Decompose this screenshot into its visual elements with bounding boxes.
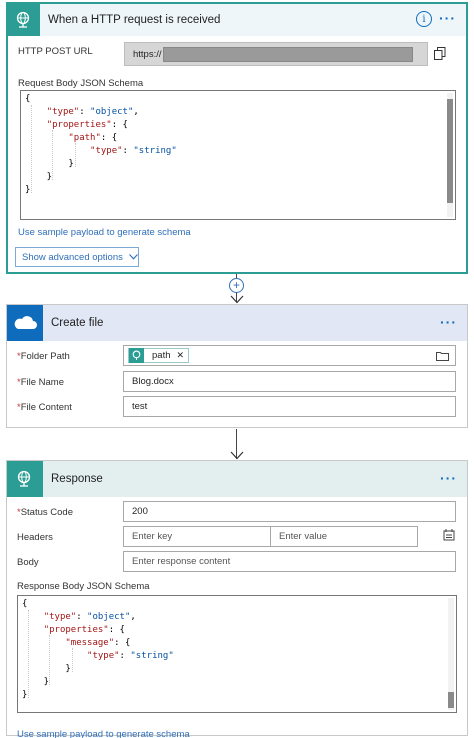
header-value-placeholder: Enter value — [279, 531, 328, 542]
globe-icon — [16, 11, 30, 28]
request-schema-editor[interactable]: { "type": "object", "properties": { "pat… — [20, 90, 456, 220]
code-line: } — [22, 677, 50, 687]
headers-label: Headers — [17, 532, 53, 543]
code-line: "type": "string" — [90, 146, 177, 156]
create-file-header[interactable]: Create file ··· — [7, 305, 467, 341]
chevron-down-icon — [128, 254, 138, 260]
body-placeholder: Enter response content — [132, 556, 231, 567]
sample-payload-link[interactable]: Use sample payload to generate schema — [17, 729, 190, 738]
url-field[interactable]: https:// — [124, 42, 428, 66]
response-title: Response — [51, 473, 103, 485]
trigger-title: When a HTTP request is received — [48, 14, 221, 26]
code-line: } — [22, 664, 71, 674]
advanced-label: Show advanced options — [22, 251, 123, 263]
code-line: "type": "string" — [87, 651, 174, 661]
response-header[interactable]: Response ··· — [7, 461, 467, 497]
create-file-title: Create file — [51, 317, 104, 329]
trigger-icon-tile — [8, 4, 40, 36]
code-line: "properties": { — [46, 120, 128, 130]
file-content-input[interactable]: test — [123, 396, 456, 417]
request-schema-label: Request Body JSON Schema — [18, 78, 144, 89]
file-name-label: *File Name — [17, 377, 64, 388]
onedrive-icon-tile — [7, 305, 43, 341]
sample-payload-link[interactable]: Use sample payload to generate schema — [18, 227, 191, 238]
folder-path-input[interactable]: path ✕ — [123, 345, 456, 366]
token-label: path — [152, 350, 171, 361]
remove-token-icon[interactable]: ✕ — [177, 350, 185, 361]
body-label: Body — [17, 557, 39, 568]
response-schema-editor[interactable]: { "type": "object", "properties": { "mes… — [17, 595, 457, 713]
status-code-value: 200 — [132, 506, 148, 517]
header-key-placeholder: Enter key — [132, 531, 173, 542]
code-line: "message": { — [65, 638, 131, 648]
editor-scrollbar[interactable] — [447, 93, 453, 217]
scrollbar-thumb[interactable] — [447, 99, 453, 203]
info-icon[interactable]: i — [416, 11, 432, 27]
code-line: "type": "object", — [43, 612, 136, 622]
url-value: https:// — [133, 48, 162, 60]
code-line: } — [25, 185, 31, 195]
status-code-input[interactable]: 200 — [123, 501, 456, 522]
code-line: "properties": { — [43, 625, 125, 635]
file-name-value: Blog.docx — [132, 376, 174, 387]
switch-mode-icon[interactable] — [443, 529, 455, 541]
url-label: HTTP POST URL — [18, 46, 93, 57]
url-redacted — [162, 46, 413, 62]
body-input[interactable]: Enter response content — [123, 551, 456, 572]
code-line: "type": "object", — [46, 107, 139, 117]
copy-icon[interactable] — [434, 47, 446, 60]
trigger-card: When a HTTP request is received i ··· HT… — [6, 2, 468, 274]
code-line: { — [25, 94, 31, 104]
onedrive-cloud-icon — [14, 316, 38, 329]
connector-2 — [229, 429, 245, 461]
editor-scrollbar[interactable] — [448, 598, 454, 710]
code-line: } — [22, 690, 28, 700]
code-line: { — [22, 599, 28, 609]
connector-1: + — [229, 274, 245, 304]
create-file-more-button[interactable]: ··· — [440, 315, 457, 329]
arrow-down-icon — [230, 451, 244, 460]
response-schema-label: Response Body JSON Schema — [17, 581, 150, 592]
header-value-input[interactable]: Enter value — [270, 526, 418, 547]
code-line: "path": { — [68, 133, 118, 143]
arrow-down-icon — [230, 295, 244, 304]
trigger-header[interactable]: When a HTTP request is received i ··· — [8, 4, 466, 36]
trigger-more-button[interactable]: ··· — [439, 11, 456, 25]
header-key-input[interactable]: Enter key — [123, 526, 271, 547]
token-globe-icon — [129, 348, 144, 363]
response-card: Response ··· *Status Code 200 Headers En… — [6, 460, 468, 738]
path-token[interactable]: path ✕ — [128, 348, 190, 363]
add-step-icon[interactable]: + — [229, 278, 244, 293]
file-content-label: *File Content — [17, 402, 72, 413]
file-name-input[interactable]: Blog.docx — [123, 371, 456, 392]
globe-icon — [17, 470, 31, 487]
code-line: } — [25, 159, 74, 169]
file-content-value: test — [132, 401, 148, 412]
scrollbar-thumb[interactable] — [448, 692, 454, 708]
folder-icon[interactable] — [436, 351, 449, 361]
response-more-button[interactable]: ··· — [440, 471, 457, 485]
globe-icon — [132, 350, 141, 360]
status-code-label: *Status Code — [17, 507, 73, 518]
show-advanced-options-button[interactable]: Show advanced options — [15, 247, 139, 267]
create-file-card: Create file ··· *Folder Path path ✕ *Fil… — [6, 304, 468, 428]
code-line: } — [25, 172, 53, 182]
response-icon-tile — [7, 461, 43, 497]
folder-path-label: *Folder Path — [17, 351, 70, 362]
